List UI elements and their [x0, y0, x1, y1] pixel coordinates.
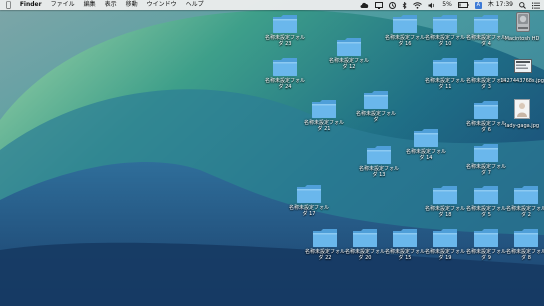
folder-icon [272, 14, 298, 34]
desktop-folder[interactable]: 名称未設定フォルダ 14 [404, 128, 448, 168]
folder-icon [473, 57, 499, 77]
volume-icon[interactable] [428, 2, 436, 9]
desktop-folder[interactable]: 名称未設定フォルダ 23 [263, 14, 307, 54]
folder-icon [432, 14, 458, 34]
image-file-label: lady-gaga.jpg [504, 123, 540, 129]
folder-icon [392, 228, 418, 248]
folder-label: 名称未設定フォルダ 9 [465, 249, 506, 261]
menu-go[interactable]: 移動 [126, 0, 138, 10]
battery-percent[interactable]: 5% [442, 0, 452, 10]
menu-app-name[interactable]: Finder [20, 0, 42, 10]
folder-label: 名称未設定フォルダ 2 [505, 206, 544, 218]
desktop-folder[interactable]: 名称未設定フォルダ 20 [343, 228, 387, 268]
folder-label: 名称未設定フォルダ 10 [424, 35, 465, 47]
folder-label: 名称未設定フォルダ 22 [304, 249, 345, 261]
spotlight-search-icon[interactable] [519, 1, 526, 9]
folder-icon [473, 100, 499, 120]
menu-edit[interactable]: 編集 [84, 0, 96, 10]
folder-label: 名称未設定フォルダ 12 [328, 58, 369, 70]
desktop-folder[interactable]: 名称未設定フォルダ 18 [423, 185, 467, 225]
screenshot-file-label: 1427443768s.jpg [500, 78, 544, 84]
menu-view[interactable]: 表示 [105, 0, 117, 10]
folder-label: 名称未設定フォルダ 20 [344, 249, 385, 261]
desktop-folder[interactable]: 名称未設定フォルダ 9 [464, 228, 508, 268]
folder-icon [432, 57, 458, 77]
desktop-folder[interactable]: 名称未設定フォルダ 11 [423, 57, 467, 97]
folder-label: 名称未設定フォルダ 16 [384, 35, 425, 47]
time-machine-icon[interactable] [389, 1, 397, 9]
desktop-folder[interactable]: 名称未設定フォルダ 16 [383, 14, 427, 54]
macintosh-hd-label: Macintosh HD [504, 36, 540, 42]
menu-clock[interactable]: 木 17:39 [488, 0, 513, 10]
folder-icon [312, 228, 338, 248]
desktop-folder[interactable]: 名称未設定フォルダ 7 [464, 143, 508, 183]
folder-label: 名称未設定フォルダ 19 [424, 249, 465, 261]
folder-icon [473, 228, 499, 248]
folder-label: 名称未設定フォルダ 7 [465, 164, 506, 176]
folder-icon [473, 14, 499, 34]
folder-label: 名称未設定フォルダ 11 [424, 78, 465, 90]
folder-icon [352, 228, 378, 248]
menu-bar:  Finder ファイル 編集 表示 移動 ウインドウ ヘルプ 5% A 木 … [0, 0, 544, 10]
menu-window[interactable]: ウインドウ [147, 0, 177, 10]
notification-center-icon[interactable] [532, 2, 540, 9]
folder-icon [513, 228, 539, 248]
folder-icon [513, 185, 539, 205]
folder-label: 名称未設定フォルダ 18 [424, 206, 465, 218]
desktop-folder[interactable]: 名称未設定フォルダ 19 [423, 228, 467, 268]
folder-icon [473, 185, 499, 205]
folder-label: 名称未設定フォルダ 13 [358, 166, 399, 178]
folder-icon [363, 90, 389, 110]
folder-label: 名称未設定フォルダ 21 [303, 120, 344, 132]
desktop-folder[interactable]: 名称未設定フォルダ 8 [504, 228, 544, 268]
wifi-icon[interactable] [413, 1, 423, 9]
desktop-folder[interactable]: 名称未設定フォルダ 17 [287, 184, 331, 224]
folder-icon [272, 57, 298, 77]
desktop-folder[interactable]: 名称未設定フォルダ 15 [383, 228, 427, 268]
folder-icon [432, 228, 458, 248]
folder-label: 名称未設定フォルダ 15 [384, 249, 425, 261]
desktop-folder[interactable]: 名称未設定フォルダ 13 [357, 145, 401, 185]
macintosh-hd[interactable]: Macintosh HD [500, 12, 544, 48]
desktop-folder[interactable]: 名称未設定フォルダ 21 [302, 99, 346, 139]
image-file[interactable]: lady-gaga.jpg [500, 99, 544, 135]
folder-label: 名称未設定フォルダ [355, 111, 396, 123]
folder-label: 名称未設定フォルダ 24 [264, 78, 305, 90]
desktop-folder[interactable]: 名称未設定フォルダ 5 [464, 185, 508, 225]
desktop-folder[interactable]: 名称未設定フォルダ 10 [423, 14, 467, 54]
desktop-folder[interactable]: 名称未設定フォルダ 24 [263, 57, 307, 97]
hard-drive-icon [516, 12, 530, 32]
menu-file[interactable]: ファイル [51, 0, 75, 10]
folder-icon [336, 37, 362, 57]
bluetooth-icon[interactable] [402, 1, 407, 9]
battery-icon[interactable] [457, 2, 469, 8]
folder-icon [432, 185, 458, 205]
cloud-icon[interactable] [360, 2, 369, 8]
folder-label: 名称未設定フォルダ 5 [465, 206, 506, 218]
image-thumbnail-icon [514, 59, 532, 73]
screenshot-file[interactable]: 1427443768s.jpg [500, 57, 544, 93]
folder-label: 名称未設定フォルダ 23 [264, 35, 305, 47]
desktop-folder[interactable]: 名称未設定フォルダ [354, 90, 398, 130]
folder-icon [311, 99, 337, 119]
display-icon[interactable] [375, 1, 384, 9]
folder-icon [366, 145, 392, 165]
folder-icon [392, 14, 418, 34]
apple-menu-icon[interactable]:  [6, 0, 11, 10]
folder-label: 名称未設定フォルダ 8 [505, 249, 544, 261]
desktop-folder[interactable]: 名称未設定フォルダ 22 [303, 228, 347, 268]
desktop-folder[interactable]: 名称未設定フォルダ 12 [327, 37, 371, 77]
desktop-folder[interactable]: 名称未設定フォルダ 2 [504, 185, 544, 225]
folder-icon [473, 143, 499, 163]
input-method-indicator[interactable]: A [474, 1, 482, 9]
folder-icon [413, 128, 439, 148]
folder-label: 名称未設定フォルダ 17 [288, 205, 329, 217]
menu-help[interactable]: ヘルプ [186, 0, 204, 10]
folder-icon [296, 184, 322, 204]
photo-thumbnail-icon [514, 99, 530, 119]
folder-label: 名称未設定フォルダ 14 [405, 149, 446, 161]
